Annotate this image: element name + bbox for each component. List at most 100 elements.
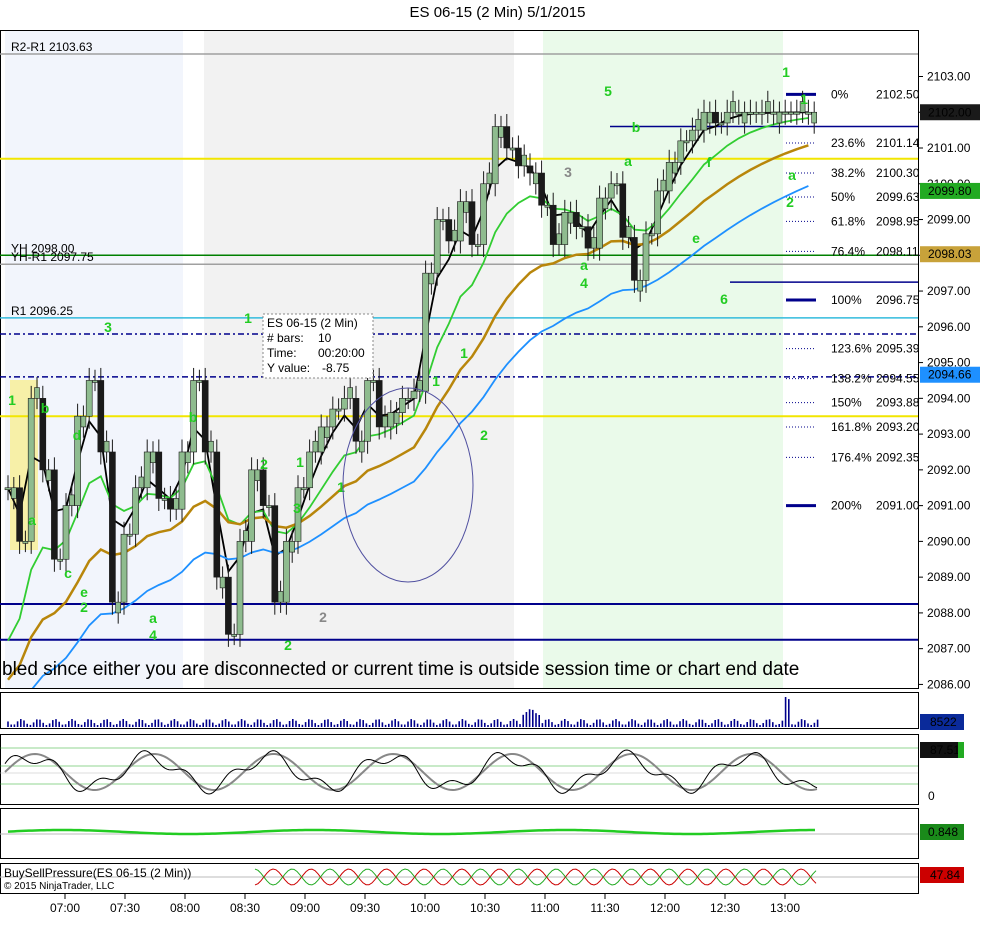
candle-body (62, 505, 70, 560)
tooltip-time: 00:20:00 (318, 346, 365, 360)
candle-body (451, 229, 458, 242)
fib-value: 2101.14 (876, 136, 920, 150)
candle-body (422, 272, 429, 392)
wave-label: 2 (319, 609, 327, 625)
candle-body (440, 219, 446, 222)
fib-value: 2091.00 (876, 499, 920, 513)
candle-body (579, 226, 586, 229)
candle-body (161, 498, 168, 501)
candle-body (503, 126, 511, 149)
candle-body (225, 576, 232, 635)
candle-body (660, 179, 667, 192)
candle-body (567, 212, 574, 224)
wave-label: d (73, 427, 82, 443)
candle-body (382, 415, 388, 428)
candle-body (266, 505, 272, 508)
candle-body (358, 440, 365, 453)
candle-body (196, 380, 203, 383)
wave-label: a (28, 512, 36, 528)
volume-value: 8522 (930, 715, 957, 729)
level-label: R2-R1 2103.63 (11, 40, 93, 54)
candle-body (498, 126, 504, 138)
y-tick-label: 2101.00 (927, 141, 971, 155)
candle-body (515, 147, 522, 167)
y-tick-label: 2093.00 (927, 427, 971, 441)
candle-body (596, 197, 603, 249)
momentum-line (7, 828, 816, 836)
candle-body (312, 440, 319, 453)
price-badge-label: 2094.66 (928, 368, 972, 382)
candle-body (300, 487, 307, 491)
candle-body (781, 111, 789, 115)
tooltip-title: ES 06-15 (2 Min) (267, 316, 358, 330)
fib-pct: 50% (831, 190, 855, 204)
tooltip-time-label: Time: (267, 346, 297, 360)
candle-body (723, 111, 731, 124)
candle-body (341, 398, 348, 410)
tooltip-bars-label: # bars: (267, 331, 304, 345)
wave-label: 3 (564, 164, 572, 180)
candle-body (549, 204, 557, 245)
candle-body (474, 244, 481, 247)
candle-body (793, 111, 801, 115)
wave-label: 5 (604, 83, 612, 99)
fib-pct: 0% (831, 87, 849, 101)
measure-tooltip: ES 06-15 (2 Min) # bars: 10 Time: 00:20:… (262, 313, 374, 379)
candle-body (758, 111, 766, 115)
candle-body (747, 111, 754, 115)
candle-body (352, 398, 360, 442)
candle-body (231, 634, 237, 637)
x-tick-label: 09:30 (350, 901, 380, 915)
bsp-title: BuySellPressure(ES 06-15 (2 Min)) (4, 866, 191, 880)
y-tick-label: 2086.00 (927, 677, 971, 691)
tooltip-bars: 10 (318, 331, 332, 345)
candle-body (805, 111, 812, 115)
candle-body (138, 476, 145, 489)
x-tick-label: 12:30 (710, 901, 740, 915)
candle-body (607, 183, 615, 199)
chart-canvas[interactable]: R2-R1 2103.63YH 2098.00YH-R1 2097.75R1 2… (0, 0, 995, 949)
candle-body (219, 576, 226, 589)
fib-value: 2095.39 (876, 342, 920, 356)
candle-body (538, 172, 545, 206)
wave-label: b (189, 409, 198, 425)
candle-body (173, 498, 179, 510)
candle-body (573, 212, 580, 227)
y-tick-label: 2099.00 (927, 213, 971, 227)
candle-body (289, 541, 296, 553)
x-tick-label: 07:30 (110, 901, 140, 915)
wave-label: 2 (480, 427, 488, 443)
wave-label: 1 (296, 454, 304, 470)
fib-pct: 100% (831, 293, 862, 307)
fib-pct: 200% (831, 499, 862, 513)
candle-body (51, 469, 58, 560)
candle-body (306, 451, 313, 489)
wave-label: 3 (104, 319, 112, 335)
candle-body (127, 533, 133, 537)
candle-body (85, 380, 93, 417)
y-tick-label: 2092.00 (927, 463, 971, 477)
wave-label: 1 (432, 373, 440, 389)
wave-label: e (692, 230, 700, 246)
candle-body (387, 412, 395, 428)
candle-body (683, 140, 690, 144)
time-axis[interactable]: 07:00 07:30 08:00 08:30 09:00 09:30 10:00 10:30… (50, 894, 800, 915)
candle-body (712, 111, 719, 124)
fib-value: 2096.75 (876, 293, 920, 307)
candle-body (335, 408, 342, 412)
x-tick-label: 07:00 (50, 901, 80, 915)
candle-body (103, 440, 110, 453)
candle-body (347, 387, 354, 399)
wave-label: a (788, 167, 796, 183)
wave-label: 2 (786, 194, 794, 210)
fib-value: 2092.35 (876, 450, 920, 464)
stoch-value: 87.51 (930, 743, 960, 757)
candle-body (45, 469, 52, 481)
candle-body (648, 233, 655, 237)
candle-body (463, 201, 470, 213)
candle-body (741, 111, 748, 124)
candle-body (521, 154, 528, 167)
candle-body (433, 219, 441, 274)
wave-label: a (149, 610, 157, 626)
wave-label: b (41, 400, 50, 416)
